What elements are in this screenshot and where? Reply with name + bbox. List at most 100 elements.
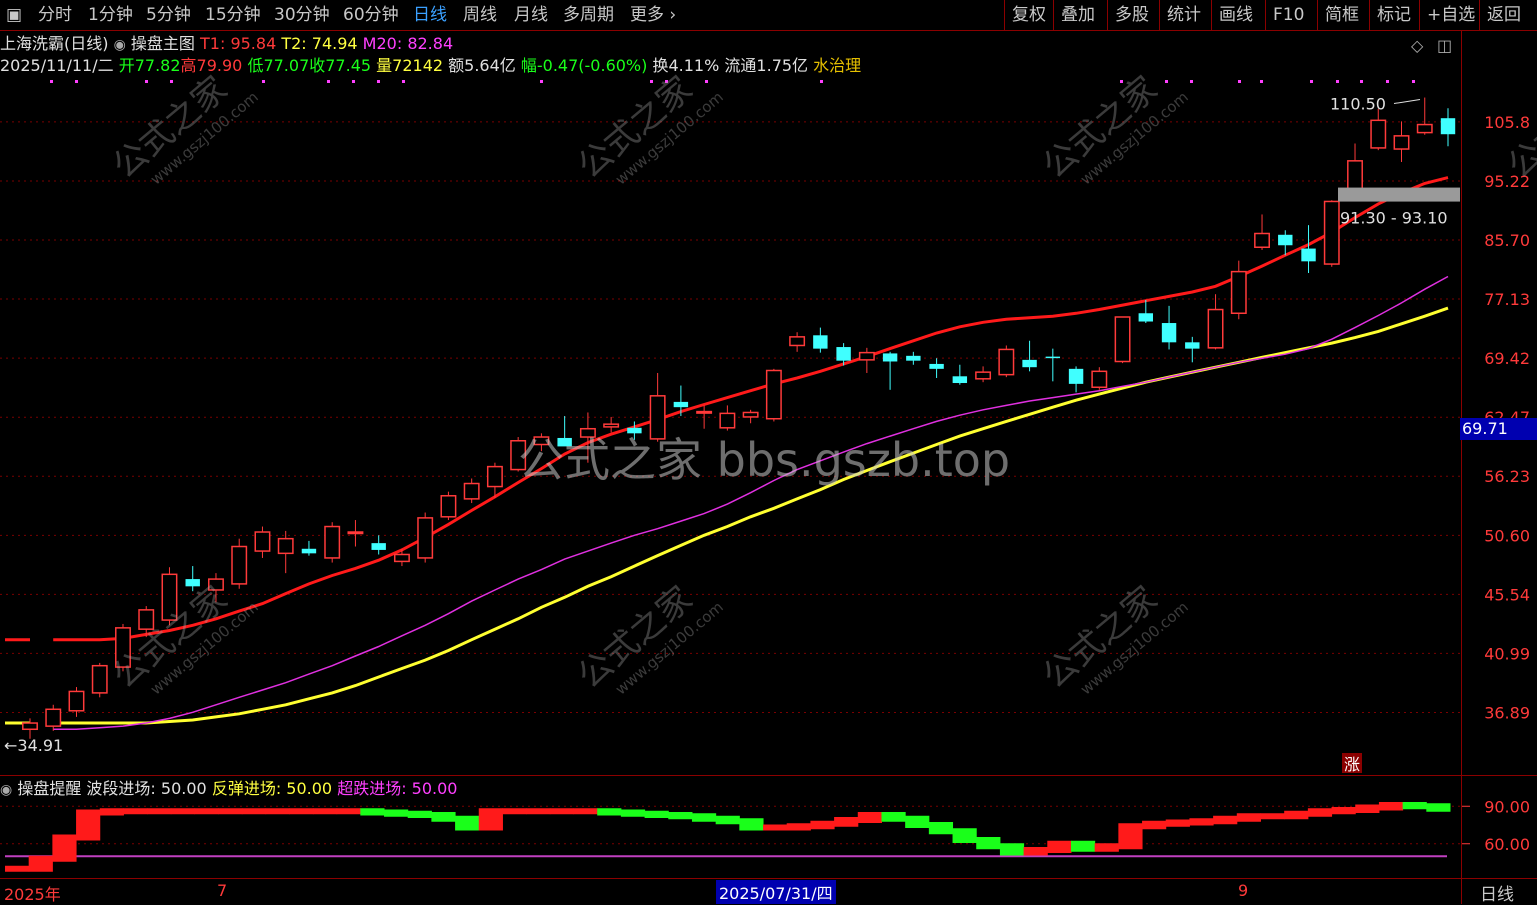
period-tab-6[interactable]: 日线 bbox=[413, 3, 447, 27]
toolbar-button-8[interactable]: +自选 bbox=[1427, 3, 1475, 27]
sub-bar bbox=[241, 808, 267, 815]
price-zone-label: 91.30 - 93.10 bbox=[1340, 209, 1448, 228]
sub-bar bbox=[905, 815, 930, 828]
period-tab-4[interactable]: 30分钟 bbox=[274, 3, 330, 27]
sub-bar bbox=[691, 813, 717, 822]
price-axis-label: 40.99 bbox=[1484, 644, 1530, 663]
diamond-icon[interactable]: ◇ bbox=[1411, 36, 1423, 55]
candle-body bbox=[1347, 160, 1363, 198]
signal-dot bbox=[540, 80, 543, 83]
sub-bar bbox=[52, 834, 77, 862]
dropdown-circle-icon[interactable]: ◉ bbox=[114, 37, 126, 53]
toolbar-separator bbox=[1419, 0, 1420, 30]
sub-indicator-name[interactable]: 操盘提醒 bbox=[17, 779, 81, 798]
period-tab-2[interactable]: 5分钟 bbox=[146, 3, 191, 27]
sub-bar bbox=[1284, 810, 1309, 820]
period-tab-0[interactable]: 分时 bbox=[38, 3, 72, 27]
zhang-badge: 涨 bbox=[1344, 755, 1360, 774]
candle-body bbox=[301, 548, 317, 554]
toolbar-button-5[interactable]: F10 bbox=[1273, 3, 1304, 27]
sub-bar bbox=[336, 808, 361, 815]
toolbar-separator bbox=[1369, 0, 1370, 30]
sub-bar bbox=[620, 809, 646, 817]
period-toolbar: ▣ 分时 1分钟 5分钟 15分钟 30分钟 60分钟 日线 周线 月线 多周期 更多 › 复权 叠加 多股… bbox=[0, 0, 1537, 31]
sub-axis-label: 60.00 bbox=[1484, 835, 1530, 854]
sub-bar bbox=[265, 808, 290, 815]
quote-float: 流通1.75亿 bbox=[724, 56, 809, 75]
candle-body bbox=[742, 411, 759, 418]
candle-body bbox=[417, 517, 434, 559]
signal-dot bbox=[1190, 80, 1193, 83]
sub-bar bbox=[1355, 804, 1380, 813]
signal-dot bbox=[1310, 80, 1313, 83]
signal-dot bbox=[50, 80, 53, 83]
candle-body bbox=[22, 722, 38, 731]
toolbar-separator bbox=[1159, 0, 1160, 30]
period-tab-3[interactable]: 15分钟 bbox=[205, 3, 261, 27]
candle-body bbox=[1393, 135, 1410, 150]
sub-bar bbox=[1189, 818, 1214, 826]
candle-body bbox=[1440, 118, 1456, 135]
date-july: 7 bbox=[217, 881, 228, 900]
candle-body bbox=[882, 353, 898, 362]
price-axis-label: 69.42 bbox=[1484, 349, 1530, 368]
signal-dot bbox=[1360, 80, 1363, 83]
diagonal-watermark: 公式之家www.gszj100.com bbox=[565, 560, 727, 711]
sub-bar bbox=[1142, 820, 1167, 830]
diagonal-watermark: 公式之家www.gszj100.com bbox=[1030, 50, 1192, 201]
candle-body bbox=[1114, 316, 1131, 363]
toolbar-button-7[interactable]: 标记 bbox=[1377, 3, 1411, 27]
toolbar-button-0[interactable]: 复权 bbox=[1012, 3, 1046, 27]
sub-bar bbox=[312, 808, 338, 815]
period-tab-10[interactable]: 更多 › bbox=[630, 3, 676, 27]
stock-name[interactable]: 上海洗霸(日线) bbox=[0, 34, 109, 53]
candle-body bbox=[673, 401, 689, 408]
sub-bar bbox=[549, 808, 575, 815]
sub-bar bbox=[1307, 808, 1333, 817]
center-watermark: 公式之家 bbs.gszb.top bbox=[518, 433, 1011, 487]
candle-body bbox=[836, 347, 851, 361]
quote-date: 2025/11/11/二 bbox=[0, 56, 114, 75]
sub-bar bbox=[1402, 802, 1427, 810]
period-tab-9[interactable]: 多周期 bbox=[563, 3, 614, 27]
sub-bar bbox=[928, 822, 954, 835]
menu-square-icon[interactable]: ▣ bbox=[6, 3, 22, 27]
toolbar-button-9[interactable]: 返回 bbox=[1487, 3, 1521, 27]
signal-dot bbox=[1336, 80, 1339, 83]
m20-value: M20: 82.84 bbox=[362, 34, 454, 53]
candle-body bbox=[440, 495, 457, 518]
candle-body bbox=[1278, 234, 1293, 246]
period-tab-8[interactable]: 月线 bbox=[514, 3, 548, 27]
high-arrow-line bbox=[1393, 99, 1421, 105]
candle-body bbox=[789, 336, 806, 347]
candle-body bbox=[1045, 356, 1061, 359]
candle-body bbox=[324, 525, 341, 559]
indicator-name[interactable]: 操盘主图 bbox=[131, 34, 195, 53]
candle-body bbox=[1301, 248, 1316, 262]
sub-bar bbox=[5, 865, 30, 872]
sub-bar bbox=[1260, 813, 1285, 820]
toolbar-button-6[interactable]: 简框 bbox=[1325, 3, 1359, 27]
quote-concept[interactable]: 水治理 bbox=[813, 56, 861, 75]
sub-bar bbox=[407, 810, 432, 818]
candle-body bbox=[1207, 308, 1224, 349]
sub-bar bbox=[76, 809, 101, 841]
period-label[interactable]: 日线 bbox=[1480, 880, 1514, 905]
wave-entry: 波段进场: 50.00 bbox=[86, 779, 207, 798]
sub-bar bbox=[1023, 847, 1048, 856]
toolbar-button-4[interactable]: 画线 bbox=[1219, 3, 1253, 27]
period-tab-1[interactable]: 1分钟 bbox=[88, 3, 133, 27]
toolbar-separator bbox=[1211, 0, 1212, 30]
main-chart-bottom-border bbox=[0, 775, 1537, 776]
quote-amount: 额5.64亿 bbox=[448, 56, 516, 75]
signal-dot bbox=[1386, 80, 1389, 83]
window-toggle-icon[interactable]: ◫ bbox=[1437, 36, 1452, 55]
toolbar-button-2[interactable]: 多股 bbox=[1115, 3, 1149, 27]
period-tab-5[interactable]: 60分钟 bbox=[343, 3, 399, 27]
toolbar-button-1[interactable]: 叠加 bbox=[1061, 3, 1095, 27]
sub-bar bbox=[502, 808, 527, 815]
candle-body bbox=[68, 690, 85, 712]
toolbar-button-3[interactable]: 统计 bbox=[1167, 3, 1201, 27]
period-tab-7[interactable]: 周线 bbox=[463, 3, 497, 27]
dropdown-circle-icon[interactable]: ◉ bbox=[0, 782, 12, 798]
